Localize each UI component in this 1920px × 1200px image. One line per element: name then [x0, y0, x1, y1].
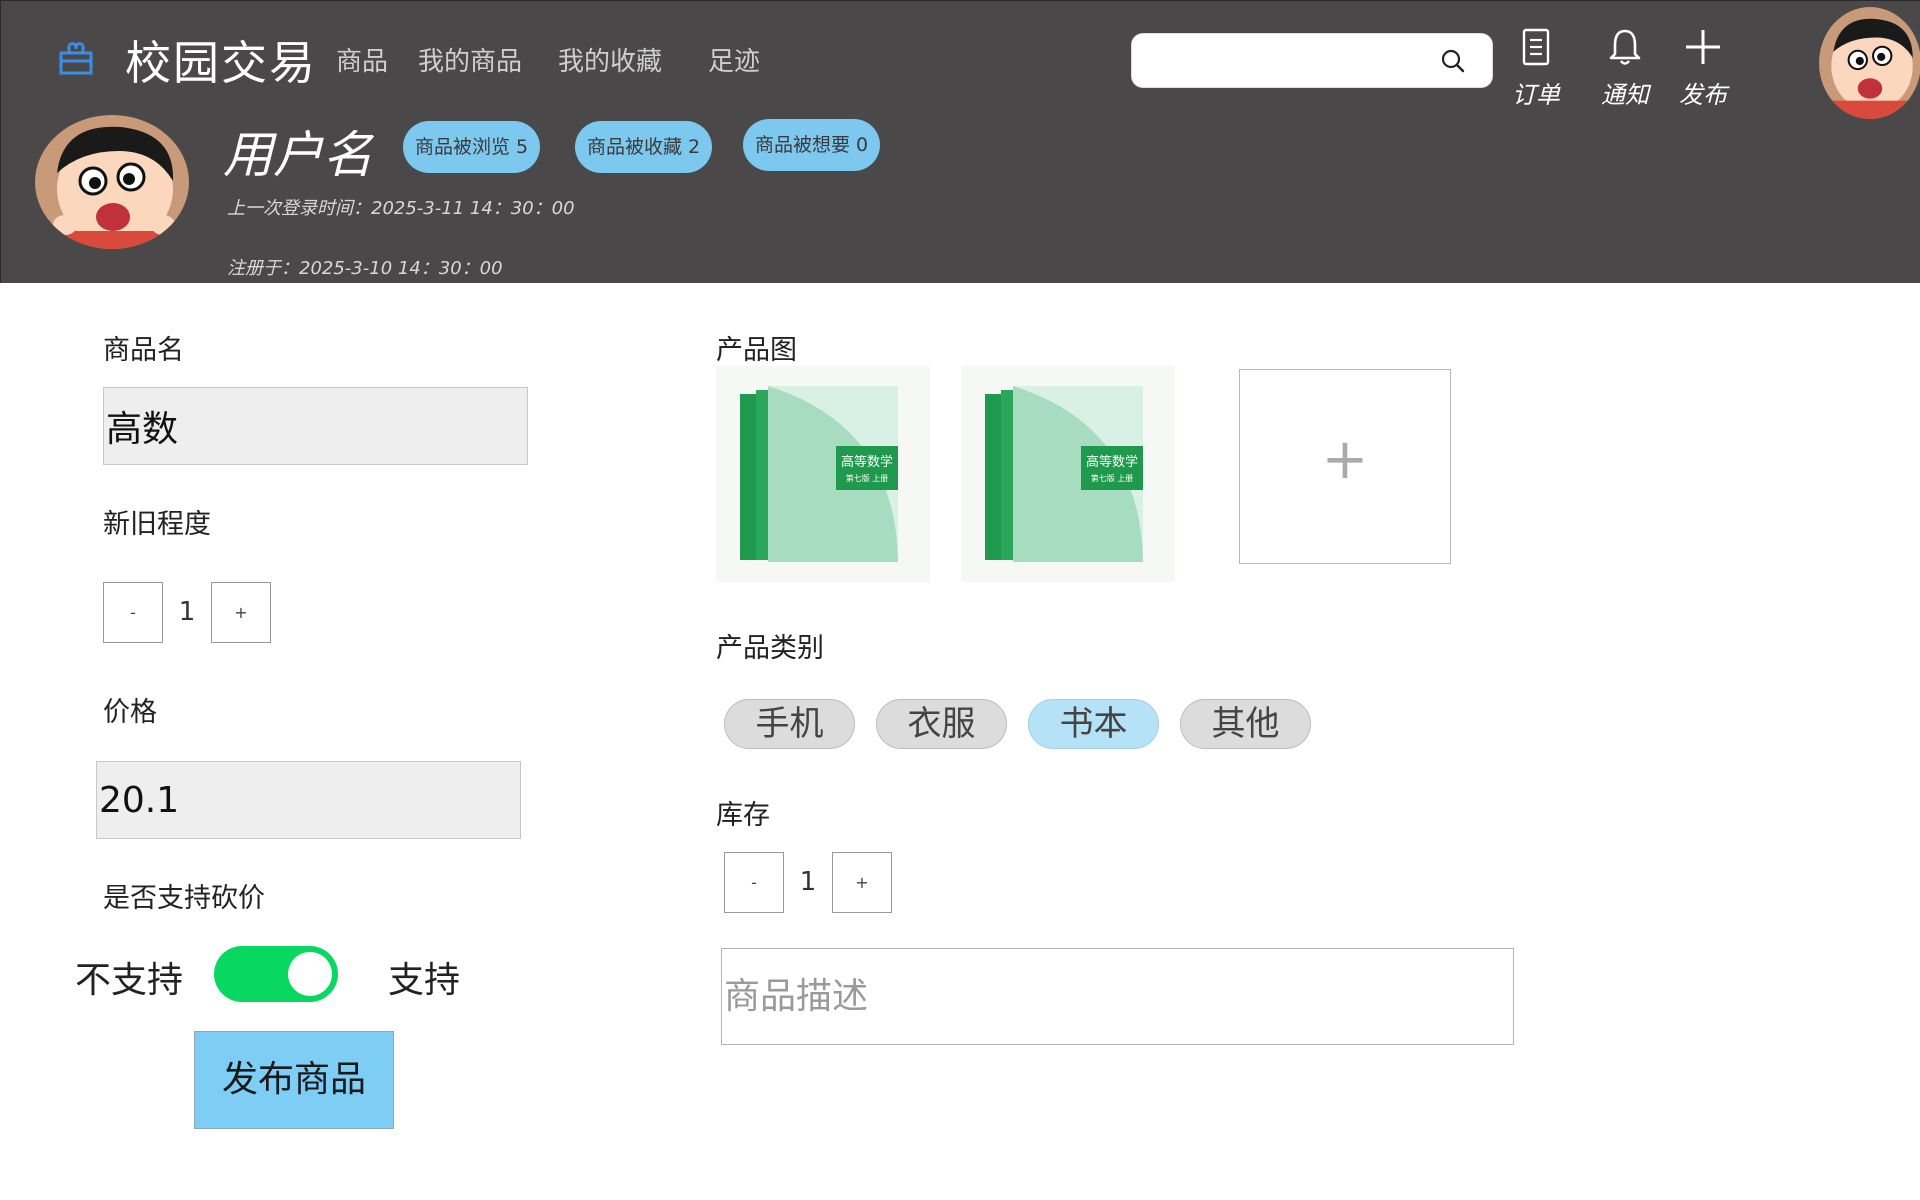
user-avatar-small[interactable] [1819, 7, 1920, 119]
book-subtitle: 第七版 上册 [1091, 473, 1134, 483]
bargain-off-label: 不支持 [75, 960, 184, 1001]
document-icon [1522, 28, 1550, 66]
search-box [1131, 33, 1493, 88]
plus-icon [1686, 30, 1720, 64]
product-name-label: 商品名 [103, 335, 184, 366]
condition-increment-button[interactable]: + [211, 582, 271, 643]
category-other[interactable]: 其他 [1180, 699, 1311, 749]
search-icon[interactable] [1440, 48, 1466, 74]
badge-favorites: 商品被收藏 2 [575, 121, 713, 173]
notifications-label: 通知 [1601, 81, 1649, 109]
gift-box-icon[interactable] [57, 39, 95, 77]
bargain-on-label: 支持 [388, 960, 461, 1001]
top-header: 校园交易 商品 我的商品 我的收藏 足迹 订单 通知 发布 用户名 商品被浏览 … [0, 0, 1920, 283]
nav-footprints[interactable]: 足迹 [708, 41, 760, 78]
orders-button[interactable]: 订单 [1501, 27, 1571, 110]
user-avatar-large[interactable] [35, 115, 189, 249]
bell-icon [1609, 29, 1641, 65]
stock-label: 库存 [716, 800, 770, 831]
publish-nav-button[interactable]: 发布 [1668, 27, 1738, 110]
badge-views: 商品被浏览 5 [403, 121, 541, 173]
registration-time: 注册于：2025-3-10 14：30：00 [227, 258, 503, 279]
toggle-knob [288, 952, 332, 996]
site-title: 校园交易 [125, 36, 317, 90]
stock-value: 1 [799, 867, 817, 897]
stock-decrement-button[interactable]: - [724, 852, 784, 913]
badge-wants: 商品被想要 0 [743, 119, 881, 171]
bargain-toggle-switch[interactable] [214, 946, 338, 1002]
product-images-label: 产品图 [716, 335, 797, 366]
last-login-time: 上一次登录时间：2025-3-11 14：30：00 [227, 198, 575, 219]
notifications-button[interactable]: 通知 [1590, 27, 1660, 110]
price-input[interactable] [96, 761, 521, 839]
category-phone[interactable]: 手机 [724, 699, 855, 749]
product-name-input[interactable] [103, 387, 528, 465]
condition-decrement-button[interactable]: - [103, 582, 163, 643]
product-image-thumbnail[interactable]: 高等数学 第七版 上册 [961, 366, 1175, 582]
publish-product-button[interactable]: 发布商品 [194, 1031, 394, 1129]
username: 用户名 [223, 126, 373, 184]
condition-value: 1 [178, 597, 196, 627]
category-clothes[interactable]: 衣服 [876, 699, 1007, 749]
nav-my-products[interactable]: 我的商品 [418, 41, 522, 78]
nav-my-favorites[interactable]: 我的收藏 [558, 41, 662, 78]
book-subtitle: 第七版 上册 [846, 473, 889, 483]
publish-nav-label: 发布 [1679, 81, 1727, 109]
nav-products[interactable]: 商品 [336, 41, 388, 78]
book-title: 高等数学 [841, 454, 893, 470]
orders-label: 订单 [1512, 81, 1560, 109]
product-image-thumbnail[interactable]: 高等数学 第七版 上册 [716, 366, 930, 582]
price-label: 价格 [103, 697, 157, 728]
condition-label: 新旧程度 [103, 509, 211, 540]
book-title: 高等数学 [1086, 454, 1138, 470]
description-input[interactable] [721, 948, 1514, 1045]
category-label: 产品类别 [716, 633, 824, 664]
add-image-button[interactable]: + [1239, 369, 1451, 564]
search-input[interactable] [1146, 44, 1426, 78]
stock-increment-button[interactable]: + [832, 852, 892, 913]
bargain-label: 是否支持砍价 [103, 883, 265, 914]
category-books[interactable]: 书本 [1028, 699, 1159, 749]
plus-icon: + [1321, 427, 1369, 492]
